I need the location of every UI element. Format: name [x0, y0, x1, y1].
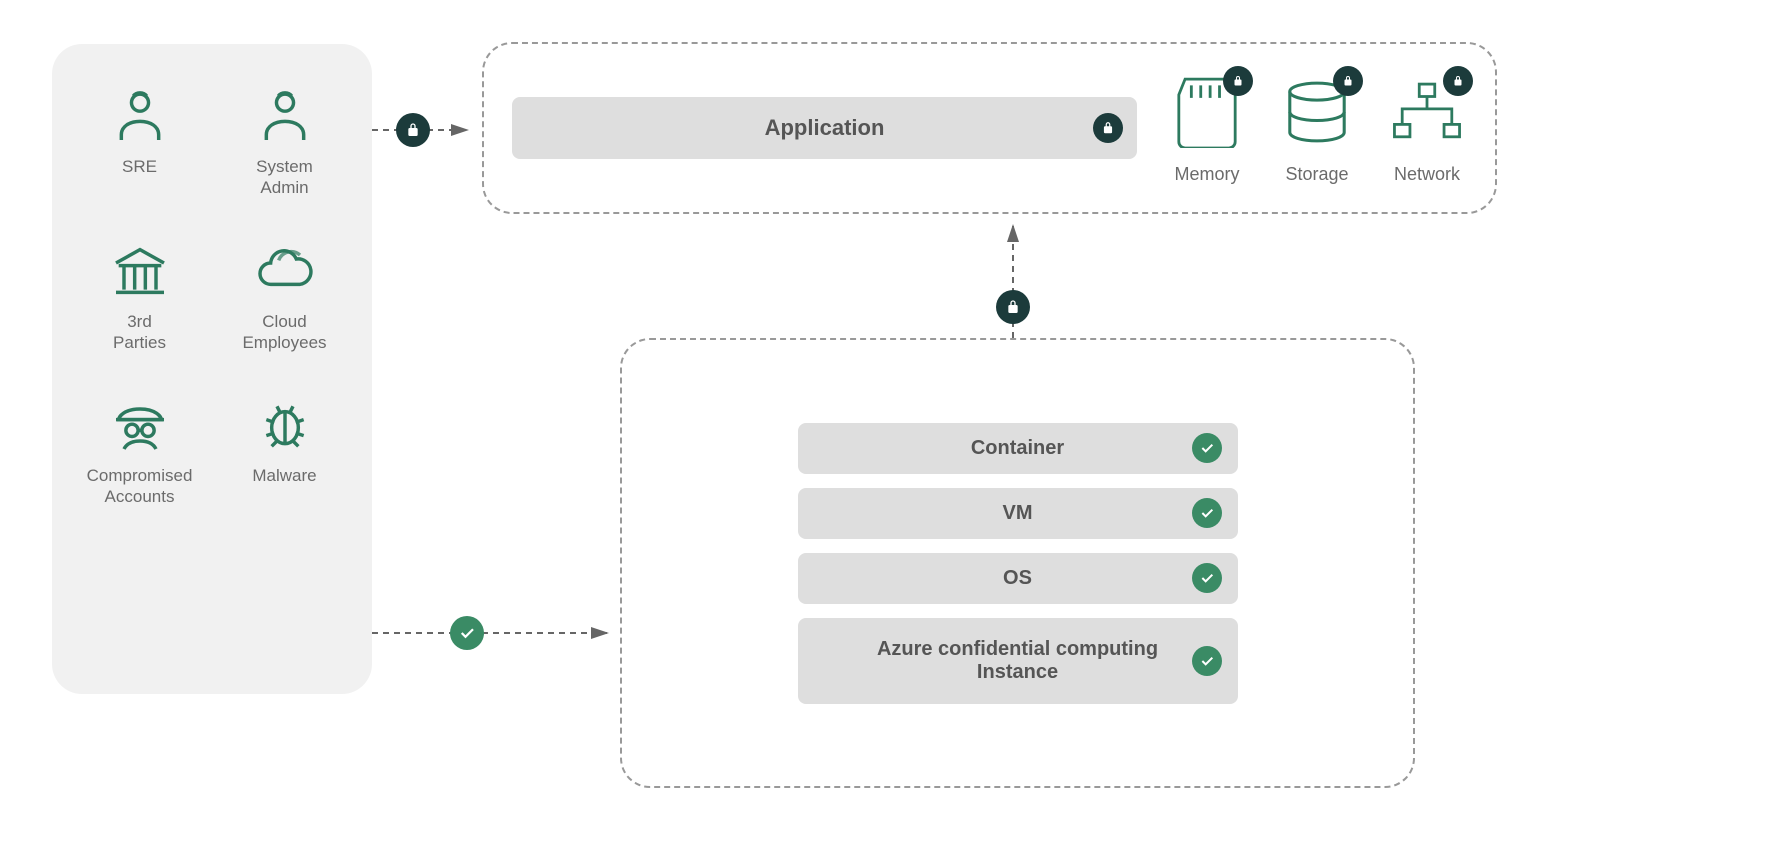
actor-third-parties: 3rdParties — [108, 239, 172, 354]
layer-label: VM — [1003, 502, 1033, 525]
actor-label: 3rdParties — [113, 311, 166, 354]
person-icon — [253, 84, 317, 148]
resource-storage: Storage — [1277, 72, 1357, 185]
resource-label: Storage — [1285, 164, 1348, 185]
actor-label: SystemAdmin — [256, 156, 313, 199]
resource-label: Memory — [1174, 164, 1239, 185]
check-icon — [1192, 498, 1222, 528]
resource-network: Network — [1387, 72, 1467, 185]
connector-lock-icon — [996, 290, 1030, 324]
check-icon — [1192, 433, 1222, 463]
layer-os: OS — [798, 553, 1238, 604]
check-icon — [1192, 646, 1222, 676]
arrow-to-infra — [372, 623, 622, 643]
layer-vm: VM — [798, 488, 1238, 539]
lock-icon — [1443, 66, 1473, 96]
actor-label: SRE — [122, 156, 157, 177]
actor-malware: Malware — [252, 393, 316, 508]
application-bar: Application — [512, 97, 1137, 159]
actor-label: CloudEmployees — [242, 311, 326, 354]
lock-icon — [1223, 66, 1253, 96]
application-label: Application — [765, 115, 885, 141]
lock-icon — [1093, 113, 1123, 143]
spy-icon — [108, 393, 172, 457]
connector-lock-icon — [396, 113, 430, 147]
infrastructure-group: Container VM OS Azure confidential compu… — [620, 338, 1415, 788]
protected-assets-group: Application Memory Storage Network — [482, 42, 1497, 214]
actor-sysadmin: SystemAdmin — [253, 84, 317, 199]
bug-icon — [253, 393, 317, 457]
actor-label: Malware — [252, 465, 316, 486]
resource-memory: Memory — [1167, 72, 1247, 185]
cloud-icon — [252, 239, 316, 303]
check-icon — [1192, 563, 1222, 593]
layer-container: Container — [798, 423, 1238, 474]
actor-label: CompromisedAccounts — [87, 465, 193, 508]
layer-label: Azure confidential computing Instance — [848, 638, 1188, 684]
layer-label: OS — [1003, 567, 1032, 590]
layer-label: Container — [971, 437, 1064, 460]
actor-sre: SRE — [108, 84, 172, 199]
layer-azure: Azure confidential computing Instance — [798, 618, 1238, 704]
building-icon — [108, 239, 172, 303]
connector-check-icon — [450, 616, 484, 650]
actor-compromised: CompromisedAccounts — [87, 393, 193, 508]
lock-icon — [1333, 66, 1363, 96]
resource-label: Network — [1394, 164, 1460, 185]
actors-panel: SRE SystemAdmin 3rdParties CloudEmployee… — [52, 44, 372, 694]
actor-cloud-employees: CloudEmployees — [242, 239, 326, 354]
person-icon — [108, 84, 172, 148]
